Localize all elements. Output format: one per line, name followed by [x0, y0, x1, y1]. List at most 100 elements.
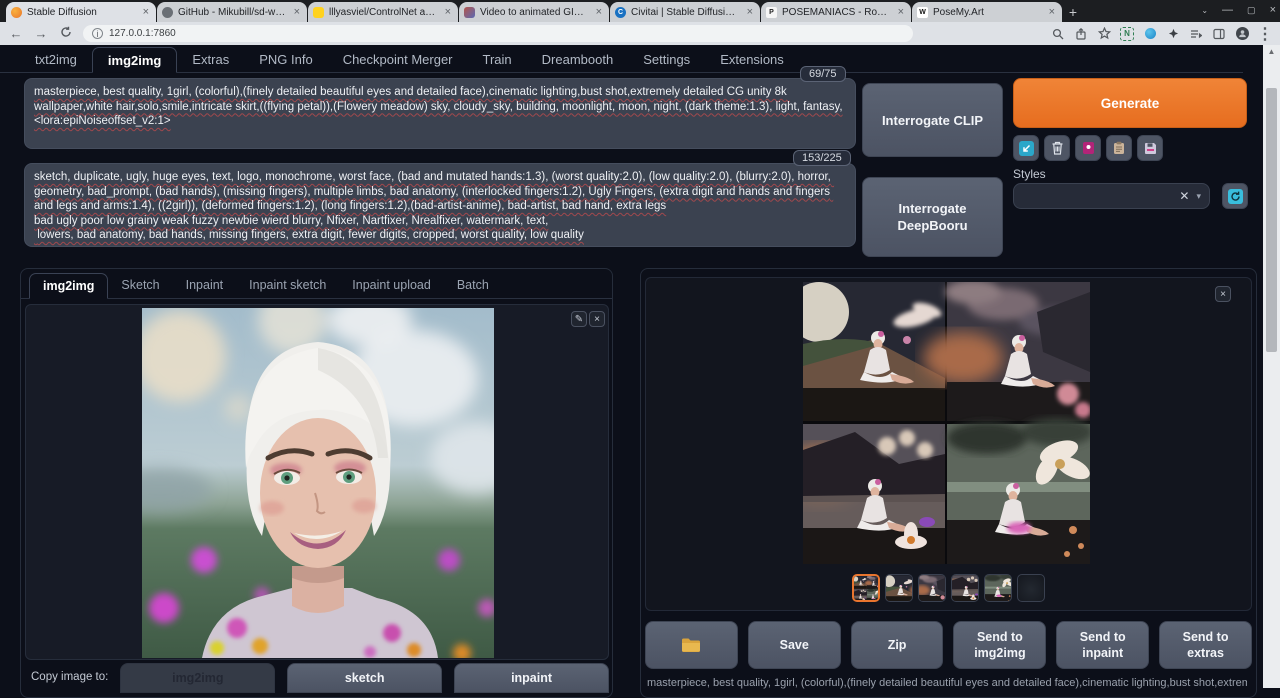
apply-style-button[interactable]: [1106, 135, 1132, 161]
github-favicon: [162, 7, 173, 18]
profile-avatar[interactable]: [1235, 27, 1249, 41]
gallery-thumbnail-5[interactable]: [984, 574, 1012, 602]
browser-tab-github[interactable]: GitHub - Mikubill/sd-webui-con ×: [157, 2, 307, 22]
browser-tab-gif-converter[interactable]: Video to animated GIF converter ×: [459, 2, 609, 22]
subtab-inpaint[interactable]: Inpaint: [173, 273, 237, 298]
tab-train[interactable]: Train: [468, 47, 527, 72]
edit-image-button[interactable]: ✎: [571, 311, 587, 327]
send-to-inpaint-button[interactable]: Send to inpaint: [1056, 621, 1149, 669]
interrogate-deepbooru-button[interactable]: Interrogate DeepBooru: [862, 177, 1003, 257]
scrollbar-up-arrow[interactable]: ▲: [1263, 45, 1280, 56]
tab-title: Stable Diffusion: [27, 7, 136, 18]
browser-tab-civitai[interactable]: C Civitai | Stable Diffusion model ×: [610, 2, 760, 22]
main-tab-bar: txt2img img2img Extras PNG Info Checkpoi…: [0, 47, 1243, 73]
styles-refresh-button[interactable]: [1222, 183, 1248, 209]
negative-prompt-input[interactable]: sketch, duplicate, ugly, huge eyes, text…: [24, 163, 856, 247]
tab-png-info[interactable]: PNG Info: [244, 47, 327, 72]
tab-extras[interactable]: Extras: [177, 47, 244, 72]
page-scrollbar[interactable]: ▲: [1263, 45, 1280, 688]
side-panel-icon[interactable]: [1212, 27, 1226, 41]
bookmark-star-icon[interactable]: [1097, 27, 1111, 41]
subtab-sketch[interactable]: Sketch: [108, 273, 172, 298]
browser-tab-stable-diffusion[interactable]: Stable Diffusion ×: [6, 2, 156, 22]
styles-clear-icon[interactable]: ✕: [1179, 189, 1189, 203]
close-tab-icon[interactable]: ×: [745, 6, 755, 18]
gallery-thumbnail-6[interactable]: [1017, 574, 1045, 602]
close-tab-icon[interactable]: ×: [594, 6, 604, 18]
scrollbar-thumb[interactable]: [1266, 88, 1277, 352]
extension-blue-icon[interactable]: [1143, 27, 1157, 41]
browser-tabstrip: Stable Diffusion × GitHub - Mikubill/sd-…: [0, 0, 1280, 22]
paste-params-button[interactable]: [1013, 135, 1039, 161]
extra-networks-button[interactable]: [1075, 135, 1101, 161]
new-tab-button[interactable]: +: [1063, 2, 1083, 22]
refresh-icon: [1228, 189, 1243, 204]
send-to-img2img-button[interactable]: Send to img2img: [953, 621, 1046, 669]
source-image-dropzone[interactable]: ✎ ×: [25, 304, 609, 660]
tab-settings[interactable]: Settings: [628, 47, 705, 72]
gallery-preview-image[interactable]: [803, 282, 1090, 564]
close-tab-icon[interactable]: ×: [1047, 6, 1057, 18]
send-to-extras-button[interactable]: Send to extras: [1159, 621, 1252, 669]
close-tab-icon[interactable]: ×: [896, 6, 906, 18]
negative-prompt-token-counter: 153/225: [793, 150, 851, 166]
clear-prompt-button[interactable]: [1044, 135, 1070, 161]
remove-image-button[interactable]: ×: [589, 311, 605, 327]
subtab-img2img[interactable]: img2img: [29, 273, 108, 299]
styles-dropdown-arrow-icon[interactable]: ▾: [1196, 191, 1201, 202]
extension-dark-icon[interactable]: [1166, 27, 1180, 41]
maximize-icon[interactable]: ▢: [1247, 5, 1256, 16]
address-bar[interactable]: i 127.0.0.1:7860: [83, 25, 913, 42]
tab-txt2img[interactable]: txt2img: [20, 47, 92, 72]
forward-icon[interactable]: →: [33, 26, 49, 41]
generate-button[interactable]: Generate: [1013, 78, 1247, 128]
subtab-inpaint-sketch[interactable]: Inpaint sketch: [236, 273, 339, 298]
back-icon[interactable]: ←: [8, 26, 24, 41]
subtab-inpaint-upload[interactable]: Inpaint upload: [339, 273, 444, 298]
tab-dreambooth[interactable]: Dreambooth: [527, 47, 629, 72]
styles-dropdown[interactable]: ✕ ▾: [1013, 183, 1210, 209]
browser-tab-posemaniacs[interactable]: P POSEMANIACS - Royalty free 3 ×: [761, 2, 911, 22]
open-folder-button[interactable]: [645, 621, 738, 669]
gallery-thumbnail-3[interactable]: [918, 574, 946, 602]
save-button[interactable]: Save: [748, 621, 841, 669]
tab-checkpoint-merger[interactable]: Checkpoint Merger: [328, 47, 468, 72]
interrogate-clip-button[interactable]: Interrogate CLIP: [862, 83, 1003, 157]
subtab-batch[interactable]: Batch: [444, 273, 502, 298]
minimize-icon[interactable]: —: [1222, 4, 1233, 16]
extension-n-icon[interactable]: N: [1120, 27, 1134, 41]
prompt-input[interactable]: masterpiece, best quality, 1girl, (color…: [24, 78, 856, 149]
menu-dots-icon[interactable]: ⋮: [1258, 27, 1272, 41]
copy-to-sketch-button[interactable]: sketch: [287, 663, 442, 693]
gallery-thumbnail-1[interactable]: [852, 574, 880, 602]
gallery-thumbnails: [646, 574, 1251, 602]
gallery-thumbnail-4[interactable]: [951, 574, 979, 602]
close-tab-icon[interactable]: ×: [141, 6, 151, 18]
share-icon[interactable]: [1074, 27, 1088, 41]
source-image-portrait[interactable]: [142, 308, 494, 658]
browser-tab-posemyart[interactable]: W PoseMy.Art ×: [912, 2, 1062, 22]
posemyart-favicon: W: [917, 7, 928, 18]
browser-toolbar: ← → i 127.0.0.1:7860 N ⋮: [0, 22, 1280, 45]
tab-extensions[interactable]: Extensions: [705, 47, 799, 72]
stable-diffusion-webui: txt2img img2img Extras PNG Info Checkpoi…: [0, 45, 1263, 688]
copy-to-inpaint-button[interactable]: inpaint: [454, 663, 609, 693]
tab-search-icon[interactable]: ⌄: [1201, 6, 1208, 15]
save-style-button[interactable]: [1137, 135, 1163, 161]
gallery-thumbnail-2[interactable]: [885, 574, 913, 602]
browser-tab-controlnet[interactable]: lllyasviel/ControlNet at main ×: [308, 2, 458, 22]
reload-icon[interactable]: [58, 26, 74, 41]
gallery-close-button[interactable]: ×: [1215, 286, 1231, 302]
zip-button[interactable]: Zip: [851, 621, 944, 669]
civitai-favicon: C: [615, 7, 626, 18]
window-close-icon[interactable]: ×: [1270, 4, 1276, 16]
site-info-icon[interactable]: i: [92, 28, 103, 39]
tab-title: POSEMANIACS - Royalty free 3: [782, 7, 891, 18]
close-tab-icon[interactable]: ×: [292, 6, 302, 18]
zoom-icon[interactable]: [1051, 27, 1065, 41]
prompt-token-counter: 69/75: [800, 66, 846, 82]
reading-list-icon[interactable]: [1189, 27, 1203, 41]
close-tab-icon[interactable]: ×: [443, 6, 453, 18]
extra-networks-card-icon: [1082, 141, 1095, 155]
tab-img2img[interactable]: img2img: [92, 47, 177, 73]
